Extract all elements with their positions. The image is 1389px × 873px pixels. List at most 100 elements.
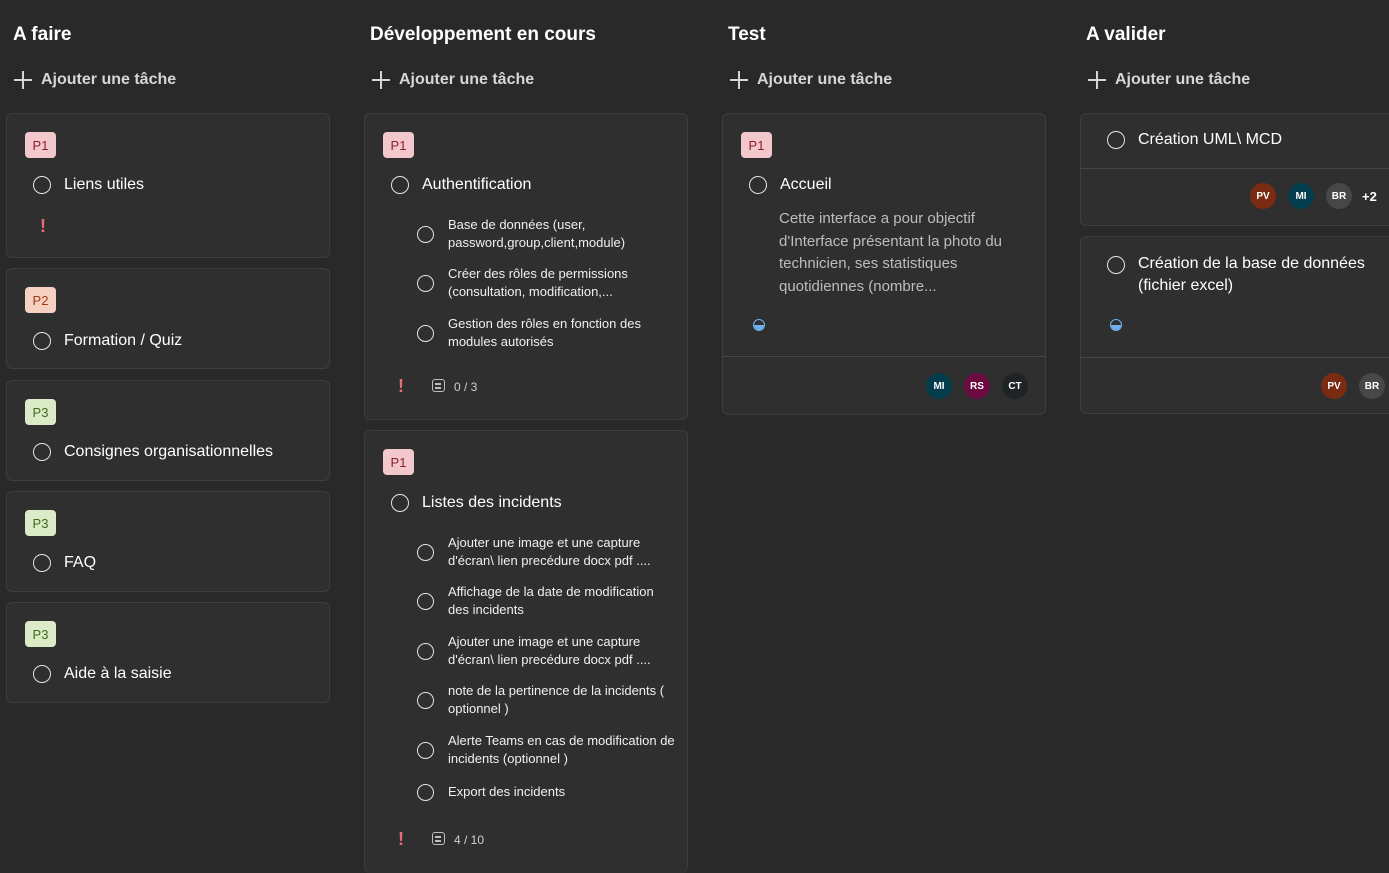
complete-circle-icon[interactable] (749, 176, 767, 194)
task-card-uml-mcd[interactable]: Création UML\ MCD PV MI BR +2 (1080, 113, 1389, 226)
priority-badge: P1 (741, 132, 772, 158)
plus-icon (1088, 71, 1106, 89)
task-row: Formation / Quiz (33, 330, 182, 352)
priority-badge: P1 (25, 132, 56, 158)
priority-badge: P1 (383, 449, 414, 475)
checklist-count: 4 / 10 (454, 833, 485, 847)
priority-badge: P3 (25, 399, 56, 425)
subtask-circle-icon[interactable] (417, 225, 434, 243)
progress-half-icon (753, 319, 765, 331)
task-row: Consignes organisationnelles (33, 441, 273, 463)
add-task-button[interactable]: Ajouter une tâche (730, 68, 892, 92)
complete-circle-icon[interactable] (33, 665, 51, 683)
task-title: Consignes organisationnelles (64, 443, 274, 460)
subtask-item: Créer des rôles de permissions (consulta… (417, 265, 677, 301)
task-row: Création UML\ MCD (1107, 129, 1282, 151)
task-card-authentification[interactable]: P1 Authentification Base de données (use… (364, 113, 688, 420)
task-row: Aide à la saisie (33, 663, 172, 685)
subtask-text: Base de données (user, password,group,cl… (448, 217, 626, 250)
avatar-br[interactable]: BR (1326, 183, 1352, 209)
task-card-formation-quiz[interactable]: P2 Formation / Quiz (6, 268, 330, 369)
subtask-item: note de la pertinence de la incidents ( … (417, 682, 677, 718)
task-title: Aide à la saisie (64, 665, 172, 682)
plus-icon (372, 71, 390, 89)
complete-circle-icon[interactable] (33, 176, 51, 194)
more-assignees-count[interactable]: +2 (1362, 189, 1377, 204)
task-row: Authentification (391, 174, 531, 196)
important-icon: ! (40, 216, 46, 236)
task-row: Accueil (749, 174, 832, 196)
task-title: Formation / Quiz (64, 332, 183, 349)
complete-circle-icon[interactable] (391, 494, 409, 512)
task-title: FAQ (64, 554, 97, 571)
task-row: Listes des incidents (391, 492, 562, 514)
important-icon: ! (398, 829, 404, 849)
subtask-item: Gestion des rôles en fonction des module… (417, 315, 677, 351)
complete-circle-icon[interactable] (1107, 131, 1125, 149)
priority-badge: P3 (25, 621, 56, 647)
column-title: Test (728, 24, 766, 45)
add-task-label: Ajouter une tâche (399, 71, 535, 88)
subtask-text: Affichage de la date de modification des… (448, 584, 654, 617)
complete-circle-icon[interactable] (33, 443, 51, 461)
checklist-icon (432, 379, 445, 392)
avatar-br[interactable]: BR (1359, 373, 1385, 399)
add-task-button[interactable]: Ajouter une tâche (372, 68, 534, 92)
subtask-item: Affichage de la date de modification des… (417, 583, 677, 619)
add-task-button[interactable]: Ajouter une tâche (1088, 68, 1250, 92)
task-card-aide-saisie[interactable]: P3 Aide à la saisie (6, 602, 330, 703)
plus-icon (730, 71, 748, 89)
add-task-button[interactable]: Ajouter une tâche (14, 68, 176, 92)
subtask-text: Alerte Teams en cas de modification de i… (448, 733, 675, 766)
add-task-label: Ajouter une tâche (1115, 71, 1251, 88)
complete-circle-icon[interactable] (1107, 256, 1125, 274)
add-task-label: Ajouter une tâche (41, 71, 177, 88)
subtask-item: Alerte Teams en cas de modification de i… (417, 732, 677, 768)
complete-circle-icon[interactable] (33, 332, 51, 350)
task-card-consignes[interactable]: P3 Consignes organisationnelles (6, 380, 330, 481)
card-divider (723, 356, 1045, 357)
task-card-listes-incidents[interactable]: P1 Listes des incidents Ajouter une imag… (364, 430, 688, 873)
subtask-circle-icon[interactable] (417, 642, 434, 660)
priority-badge: P3 (25, 510, 56, 536)
subtask-circle-icon[interactable] (417, 691, 434, 709)
avatar-pv[interactable]: PV (1321, 373, 1347, 399)
avatar-pv[interactable]: PV (1250, 183, 1276, 209)
plus-icon (14, 71, 32, 89)
subtask-circle-icon[interactable] (417, 324, 434, 342)
subtask-item: Export des incidents (417, 783, 677, 801)
avatar-mi[interactable]: MI (1288, 183, 1314, 209)
checklist-count: 0 / 3 (454, 380, 478, 394)
complete-circle-icon[interactable] (33, 554, 51, 572)
subtask-item: Ajouter une image et une capture d'écran… (417, 534, 677, 570)
avatar-ct[interactable]: CT (1002, 373, 1028, 399)
subtask-circle-icon[interactable] (417, 783, 434, 801)
subtask-circle-icon[interactable] (417, 543, 434, 561)
task-card-faq[interactable]: P3 FAQ (6, 491, 330, 592)
task-title: Listes des incidents (422, 494, 562, 511)
task-title: Création de la base de données (fichier … (1138, 255, 1365, 294)
column-title: A faire (13, 24, 72, 45)
card-divider (1081, 357, 1389, 358)
subtask-circle-icon[interactable] (417, 592, 434, 610)
task-card-liens-utiles[interactable]: P1 Liens utiles ! (6, 113, 330, 258)
subtask-circle-icon[interactable] (417, 274, 434, 292)
complete-circle-icon[interactable] (391, 176, 409, 194)
avatar-mi[interactable]: MI (926, 373, 952, 399)
task-card-accueil[interactable]: P1 Accueil Cette interface a pour object… (722, 113, 1046, 415)
task-title: Authentification (422, 176, 532, 193)
subtask-text: Gestion des rôles en fonction des module… (448, 316, 641, 349)
task-card-base-donnees[interactable]: Création de la base de données (fichier … (1080, 236, 1389, 414)
subtask-item: Ajouter une image et une capture d'écran… (417, 633, 677, 669)
task-description: Cette interface a pour objectif d'Interf… (779, 210, 1003, 296)
progress-half-icon (1110, 319, 1122, 331)
task-row: Création de la base de données (fichier … (1107, 253, 1388, 297)
priority-badge: P1 (383, 132, 414, 158)
subtask-circle-icon[interactable] (417, 741, 434, 759)
subtask-item: Base de données (user, password,group,cl… (417, 216, 677, 252)
checklist-icon (432, 832, 445, 845)
avatar-rs[interactable]: RS (964, 373, 990, 399)
subtask-text: Export des incidents (448, 784, 566, 799)
task-row: FAQ (33, 552, 96, 574)
task-title: Liens utiles (64, 176, 145, 193)
